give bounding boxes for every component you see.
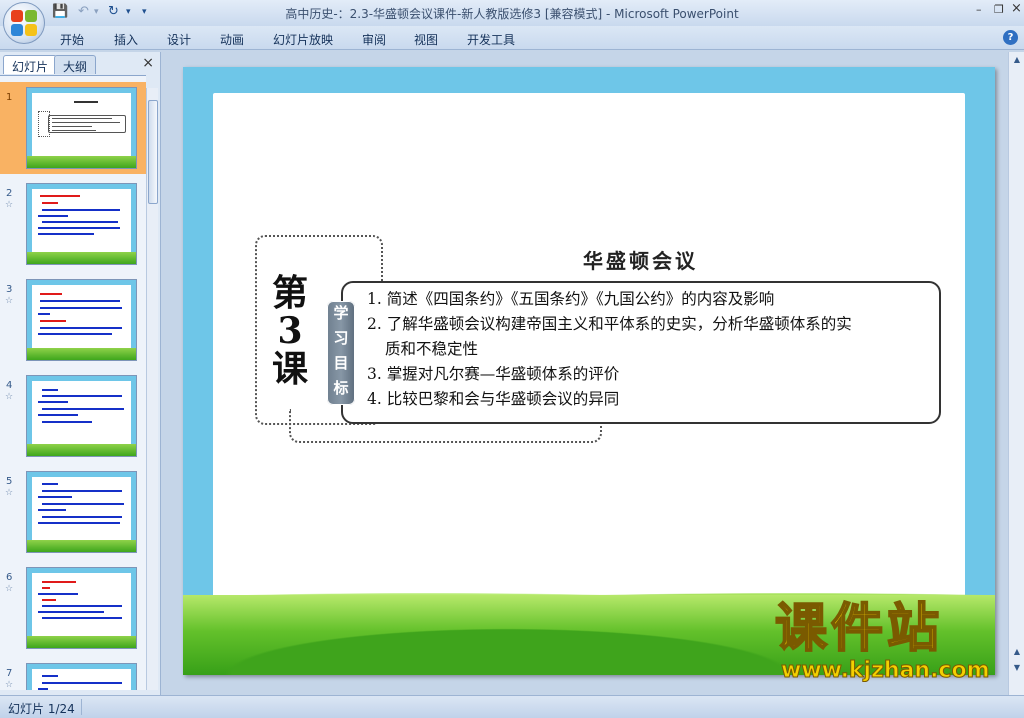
slide-thumbnail[interactable]: 3 ☆ [0,274,146,366]
slide-preview [26,567,137,649]
slide-editor: 第 3 课 华盛顿会议 学 习 目 标 1. 简述《四国条约》《五国条约》《九国… [162,52,1024,695]
animation-icon: ☆ [5,392,14,402]
tab-insert[interactable]: 插入 [114,31,138,48]
objectives-tag-char: 标 [333,379,349,397]
animation-icon: ☆ [5,296,14,306]
slide-title[interactable]: 华盛顿会议 [583,245,698,274]
objectives-tag: 学 习 目 标 [327,301,355,405]
slide-preview [26,471,137,553]
watermark: 课件站 www.kjzhan.com [774,599,991,684]
tab-home[interactable]: 开始 [60,31,84,48]
tab-developer[interactable]: 开发工具 [467,31,515,48]
thumbnails-scrollbar[interactable] [146,88,158,690]
tab-animations[interactable]: 动画 [220,31,244,48]
slide-preview [26,87,137,169]
status-bar: 幻灯片 1/24 [0,695,1024,718]
slide-indicator: 幻灯片 1/24 [8,702,75,716]
slides-panel: 幻灯片 大纲 × 1 2 ☆ 3 ☆ 4 ☆ 5 ☆ 6 ☆ 7 ☆ [0,52,161,695]
tab-review[interactable]: 审阅 [362,31,386,48]
office-button[interactable] [3,2,45,44]
slide-thumbnail[interactable]: 6 ☆ [0,562,146,654]
tab-view[interactable]: 视图 [414,31,438,48]
scrollbar-thumb[interactable] [148,100,158,204]
title-bar: 💾 ↶ ▾ ↻ ▾ ▾ 高中历史-：2.3-华盛顿会议课件-新人教版选修3 [兼… [0,0,1024,44]
help-icon[interactable]: ? [1003,30,1018,45]
objective-item: 3. 掌握对凡尔赛—华盛顿体系的评价 [367,365,620,383]
lesson-char: 第 [271,272,308,314]
slide-thumbnail[interactable]: 4 ☆ [0,370,146,462]
slide-number: 2 [6,188,13,199]
lesson-number: 第 3 课 [268,272,312,390]
objectives-tag-char: 目 [333,354,349,372]
slide-canvas[interactable]: 第 3 课 华盛顿会议 学 习 目 标 1. 简述《四国条约》《五国条约》《九国… [183,67,995,675]
slide-thumbnail[interactable]: 7 ☆ [0,658,146,690]
objective-item: 1. 简述《四国条约》《五国条约》《九国公约》的内容及影响 [367,290,775,308]
previous-slide-icon[interactable]: ▲ [1011,646,1023,658]
slide-thumbnail[interactable]: 1 [0,82,146,174]
tab-outline[interactable]: 大纲 [54,55,97,74]
slide-preview [26,663,137,690]
slide-preview [26,279,137,361]
slide-number: 6 [6,572,13,583]
objective-item: 质和不稳定性 [385,340,479,358]
restore-button[interactable]: ❐ [994,3,1004,16]
next-slide-icon[interactable]: ▼ [1011,662,1023,674]
slide-number: 3 [6,284,13,295]
tab-slides[interactable]: 幻灯片 [3,55,58,74]
slide-content: 第 3 课 华盛顿会议 学 习 目 标 1. 简述《四国条约》《五国条约》《九国… [213,93,965,613]
editor-scrollbar[interactable]: ▲ ▲ ▼ [1008,52,1024,695]
objectives-tag-char: 学 [333,304,349,322]
objectives-list[interactable]: 1. 简述《四国条约》《五国条约》《九国公约》的内容及影响 2. 了解华盛顿会议… [367,287,927,412]
watermark-brand: 课件站 [774,599,944,659]
objective-item: 2. 了解华盛顿会议构建帝国主义和平体系的史实，分析华盛顿体系的实 [367,315,852,333]
tab-slide-show[interactable]: 幻灯片放映 [273,31,333,48]
slide-number: 1 [6,92,13,103]
objectives-tag-char: 习 [333,329,349,347]
slide-number: 7 [6,668,13,679]
status-separator [81,699,82,715]
animation-icon: ☆ [5,680,14,690]
animation-icon: ☆ [5,200,14,210]
lesson-char: 课 [271,347,308,390]
slide-preview [26,183,137,265]
minimize-button[interactable]: – [976,3,982,16]
window-title: 高中历史-：2.3-华盛顿会议课件-新人教版选修3 [兼容模式] - Micro… [285,7,739,21]
slide-thumbnail[interactable]: 5 ☆ [0,466,146,558]
close-button[interactable]: × [1011,1,1022,16]
slide-preview [26,375,137,457]
tab-design[interactable]: 设计 [167,31,191,48]
watermark-url: www.kjzhan.com [781,658,991,684]
animation-icon: ☆ [5,584,14,594]
close-panel-icon[interactable]: × [142,55,154,71]
lesson-char: 3 [277,309,303,352]
slide-thumbnail[interactable]: 2 ☆ [0,178,146,270]
animation-icon: ☆ [5,488,14,498]
office-logo-icon [11,10,37,36]
slide-number: 5 [6,476,13,487]
ribbon-tabs: 开始 插入 设计 动画 幻灯片放映 审阅 视图 开发工具 ? [0,26,1024,50]
slide-number: 4 [6,380,13,391]
scroll-up-icon[interactable]: ▲ [1011,54,1023,66]
objective-item: 4. 比较巴黎和会与华盛顿会议的异同 [367,390,620,408]
slide-thumbnails: 1 2 ☆ 3 ☆ 4 ☆ 5 ☆ 6 ☆ 7 ☆ [0,75,146,690]
